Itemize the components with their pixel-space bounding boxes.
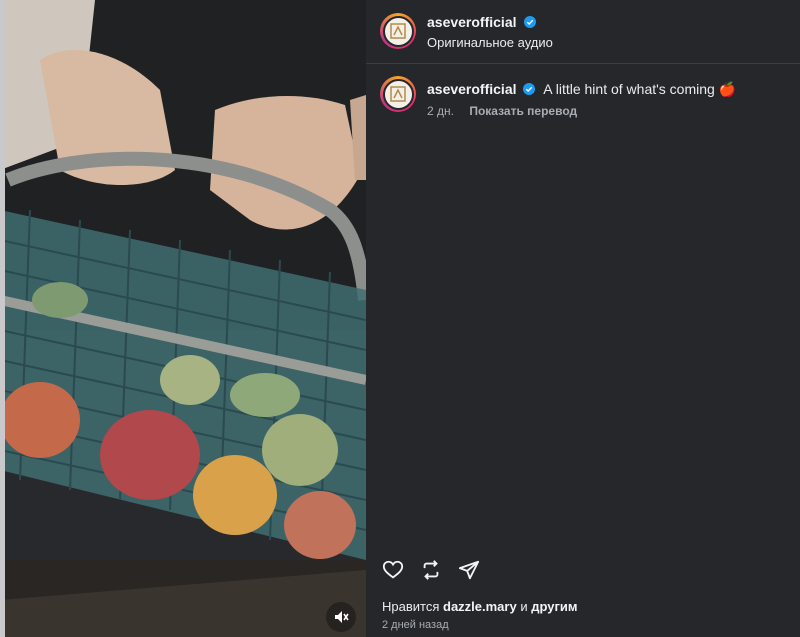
post-header: aseverofficial Оригинальное аудио	[366, 0, 800, 64]
repost-button[interactable]	[420, 559, 442, 581]
muted-speaker-icon	[335, 611, 349, 623]
share-button[interactable]	[458, 559, 480, 581]
verified-badge-icon	[523, 16, 536, 28]
likes-others[interactable]: другим	[531, 599, 577, 614]
header-username-row: aseverofficial	[427, 14, 536, 32]
translate-link[interactable]: Показать перевод	[469, 104, 577, 118]
video-frame	[0, 0, 366, 637]
caption-text: A little hint of what's coming 🍎	[543, 81, 737, 97]
caption-age: 2 дн.	[427, 104, 454, 118]
mute-button[interactable]	[326, 602, 356, 632]
audio-link[interactable]: Оригинальное аудио	[427, 35, 553, 50]
brand-logo-icon	[390, 23, 406, 39]
likes-summary: Нравится dazzle.mary и другим	[382, 599, 578, 614]
brand-logo-icon	[390, 86, 406, 102]
likes-user[interactable]: dazzle.mary	[443, 599, 517, 614]
caption-avatar[interactable]	[380, 76, 416, 112]
header-username[interactable]: aseverofficial	[427, 14, 517, 30]
caption: aseverofficial A little hint of what's c…	[427, 81, 787, 98]
caption-username[interactable]: aseverofficial	[427, 81, 517, 97]
heart-icon	[382, 560, 404, 579]
avatar[interactable]	[380, 13, 416, 49]
likes-prefix: Нравится	[382, 599, 440, 614]
post-timestamp[interactable]: 2 дней назад	[382, 619, 449, 631]
send-icon	[458, 560, 480, 580]
media-edge	[0, 0, 5, 637]
repost-icon	[423, 560, 439, 580]
caption-meta: 2 дн. Показать перевод	[427, 104, 589, 118]
video-player[interactable]	[0, 0, 366, 637]
action-bar	[382, 559, 480, 581]
likes-conj: и	[520, 599, 528, 614]
verified-badge-icon	[523, 83, 536, 95]
like-button[interactable]	[382, 559, 404, 581]
post-sidebar: aseverofficial Оригинальное аудио asever…	[366, 0, 800, 637]
